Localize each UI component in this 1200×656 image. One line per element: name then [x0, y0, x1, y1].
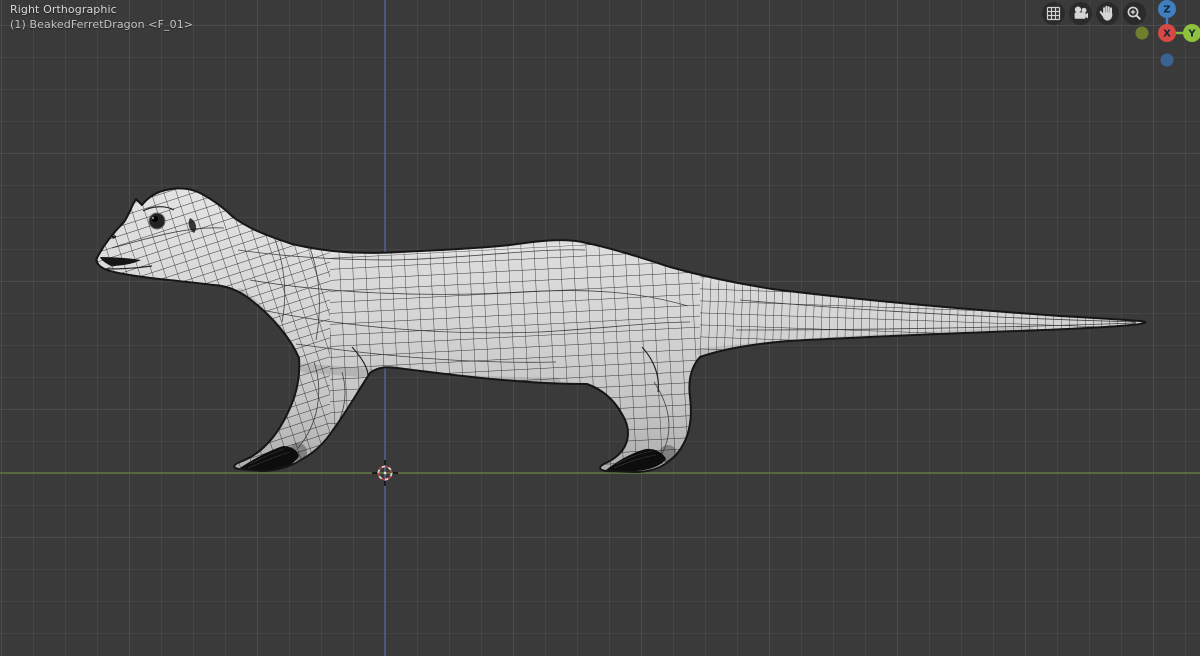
- svg-text:Z: Z: [1163, 5, 1170, 16]
- grid-orthographic-icon[interactable]: [1042, 2, 1065, 25]
- gizmo-y-axis[interactable]: Y: [1183, 24, 1200, 42]
- 3d-cursor: [372, 460, 398, 486]
- view-name-label: Right Orthographic: [10, 3, 117, 16]
- grid-icon: [1046, 6, 1061, 21]
- 3d-viewport[interactable]: Right Orthographic (1) BeakedFerretDrago…: [0, 0, 1200, 656]
- svg-text:Y: Y: [1187, 29, 1196, 40]
- viewport-scene: [0, 0, 1200, 656]
- creature-mesh-beakedferretdragon[interactable]: [80, 170, 1160, 482]
- camera-icon: [1074, 6, 1088, 19]
- axis-gizmo[interactable]: Z X Y: [1118, 0, 1200, 72]
- gizmo-y-negative[interactable]: [1135, 26, 1149, 40]
- gizmo-z-negative[interactable]: [1160, 53, 1174, 67]
- camera-view-icon[interactable]: [1069, 2, 1092, 25]
- gizmo-x-axis[interactable]: X: [1158, 24, 1176, 42]
- viewport-header: Right Orthographic (1) BeakedFerretDrago…: [10, 3, 193, 32]
- gizmo-z-axis[interactable]: Z: [1158, 0, 1176, 18]
- hand-icon: [1099, 5, 1113, 21]
- active-object-label: (1) BeakedFerretDragon <F_01>: [10, 18, 194, 31]
- pan-hand-icon[interactable]: [1096, 2, 1119, 25]
- svg-text:X: X: [1163, 29, 1171, 40]
